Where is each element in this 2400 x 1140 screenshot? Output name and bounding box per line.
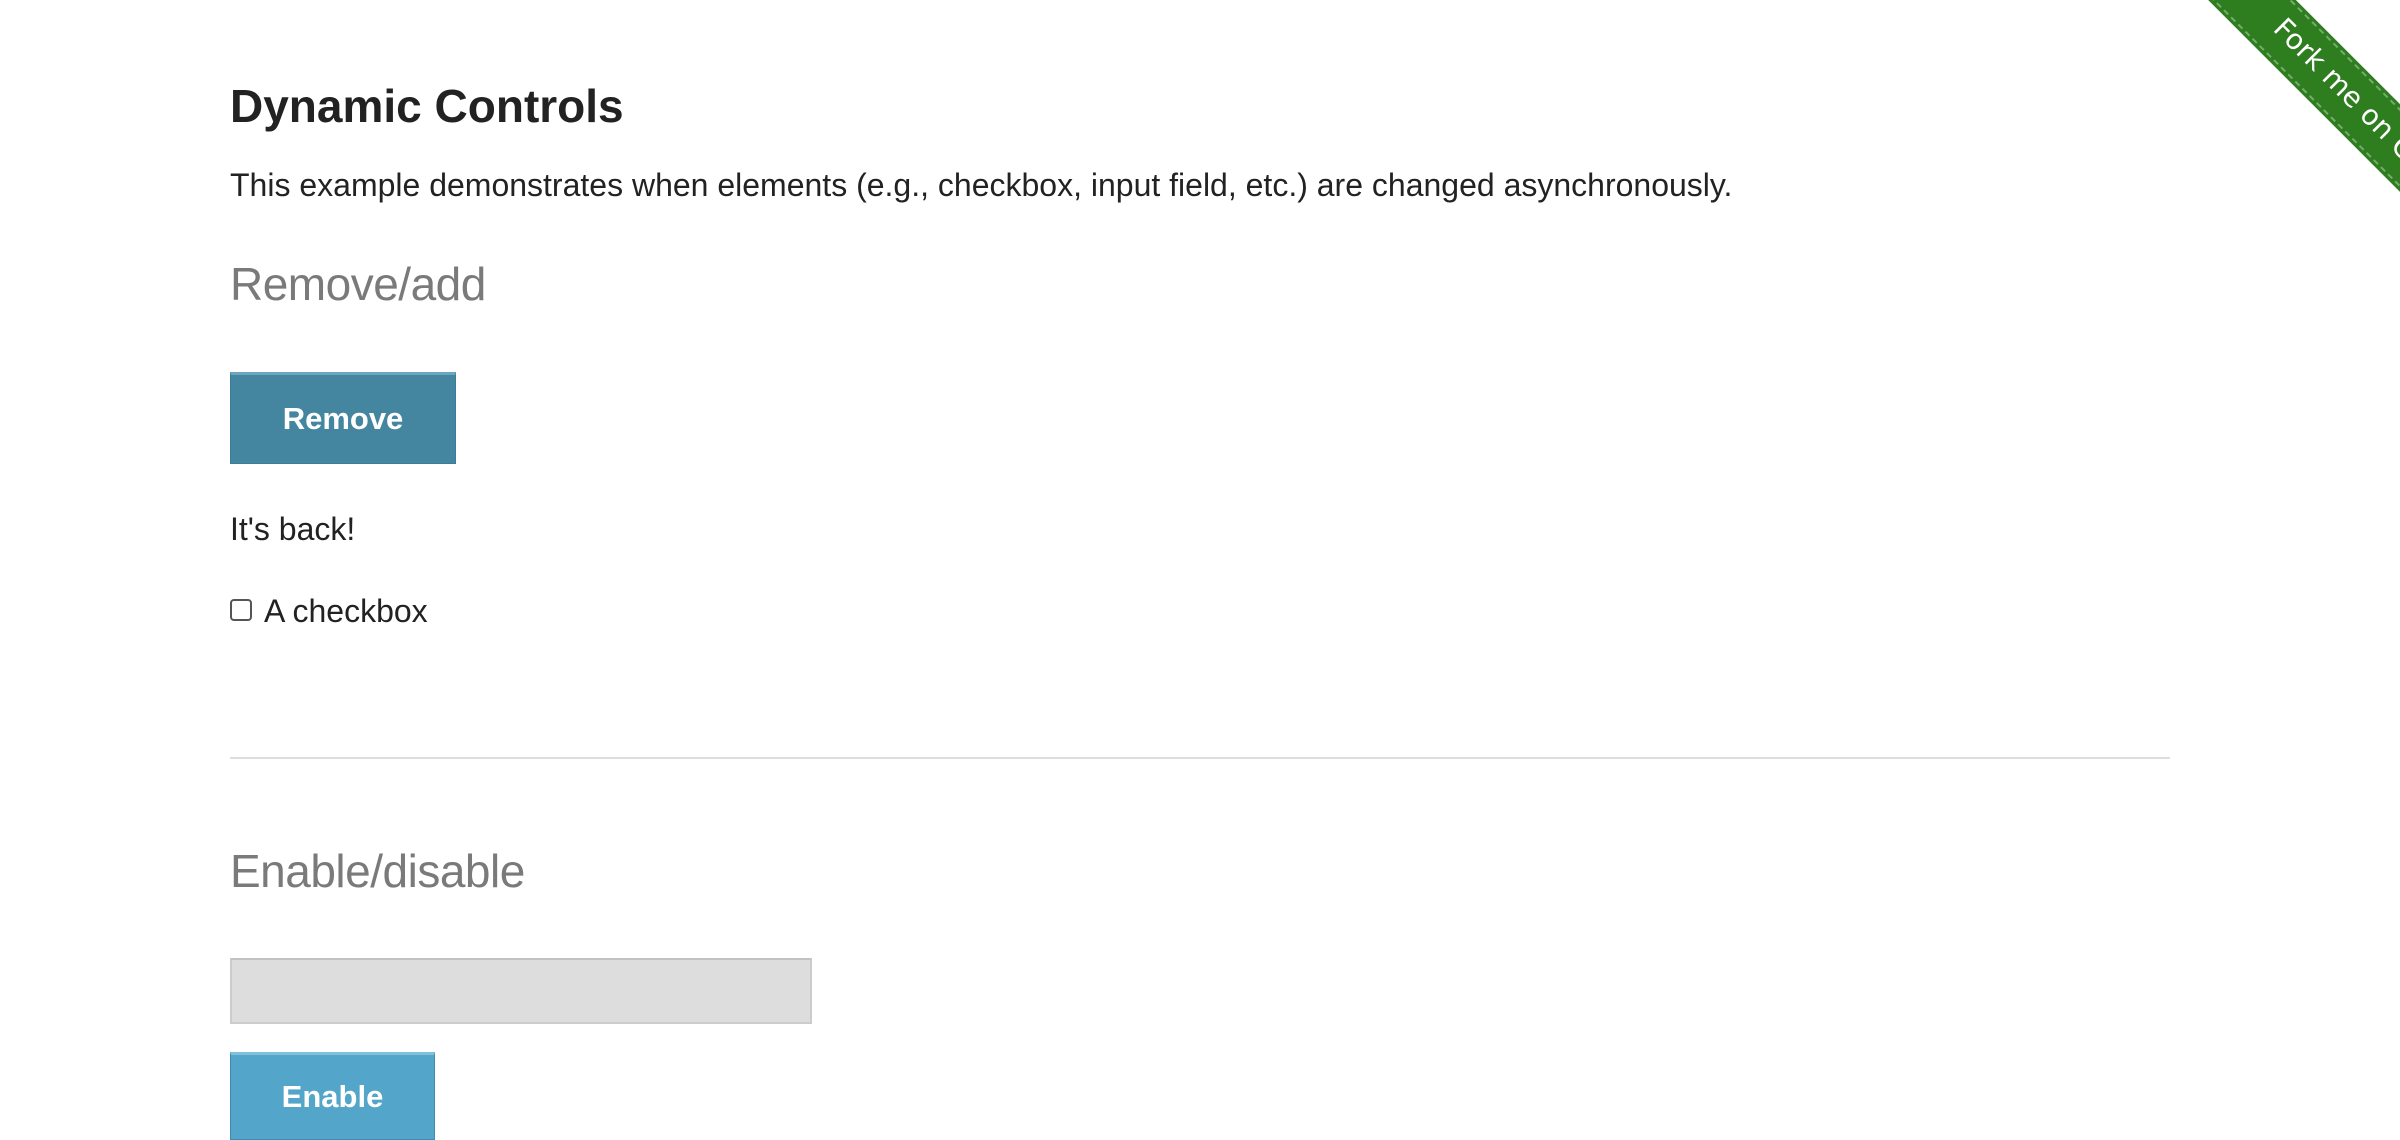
remove-add-heading: Remove/add — [230, 258, 486, 310]
enable-button[interactable]: Enable — [230, 1052, 435, 1140]
checkbox[interactable] — [230, 599, 252, 621]
checkbox-label: A checkbox — [264, 593, 428, 629]
checkbox-row[interactable]: A checkbox — [230, 590, 428, 632]
fork-ribbon-container: Fork me on GitHub — [2100, 0, 2400, 300]
page-description: This example demonstrates when elements … — [230, 167, 1733, 203]
fork-me-on-github-link[interactable]: Fork me on GitHub — [2180, 0, 2400, 300]
section-divider — [230, 757, 2170, 759]
text-input[interactable] — [230, 958, 812, 1024]
status-message: It's back! — [230, 511, 356, 547]
remove-button[interactable]: Remove — [230, 372, 456, 464]
enable-disable-heading: Enable/disable — [230, 845, 525, 897]
page-content: Dynamic Controls This example demonstrat… — [230, 0, 2170, 1140]
page-title: Dynamic Controls — [230, 80, 624, 132]
